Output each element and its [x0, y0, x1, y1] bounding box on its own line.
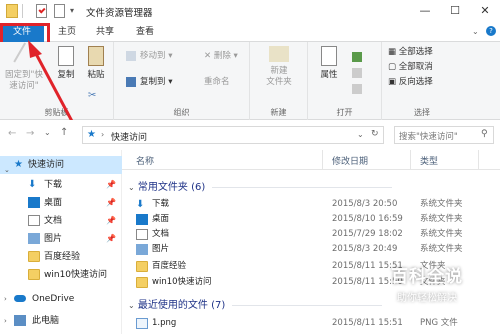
list-item[interactable]: 文档 2015/7/29 18:02 系统文件夹: [136, 227, 500, 242]
nav-this-pc-label: 此电脑: [32, 316, 60, 326]
item-name: 桌面: [152, 214, 170, 224]
folder-icon: [136, 261, 148, 272]
document-icon: [136, 229, 148, 240]
nav-item-label: 文档: [44, 216, 63, 226]
item-name: 图片: [152, 244, 170, 254]
column-date[interactable]: 修改日期: [332, 154, 368, 167]
chevron-down-icon[interactable]: ⌄: [128, 301, 135, 310]
item-date: 2015/7/29 18:02: [332, 229, 403, 239]
item-type: 系统文件夹: [420, 214, 463, 224]
folder-icon: [136, 277, 148, 288]
list-item[interactable]: 1.png 2015/8/11 15:51 PNG 文件: [136, 316, 500, 331]
download-icon: ⬇: [28, 179, 37, 190]
breadcrumb[interactable]: 快速访问: [111, 130, 147, 143]
pin-icon[interactable]: 📌: [106, 176, 116, 194]
computer-icon: [14, 315, 26, 326]
item-type: 系统文件夹: [420, 229, 463, 239]
item-name: 下载: [152, 199, 170, 209]
nav-item-baidu[interactable]: 百度经验: [0, 248, 122, 266]
search-icon[interactable]: ⚲: [481, 129, 488, 139]
group-frequent[interactable]: ⌄ 常用文件夹 (6): [128, 178, 393, 193]
column-name[interactable]: 名称: [136, 154, 154, 167]
column-divider[interactable]: [410, 150, 411, 170]
download-icon: ⬇: [136, 199, 145, 210]
star-icon: ★: [87, 129, 96, 140]
folder-icon: [28, 269, 40, 280]
list-item[interactable]: ⬇ 下载 2015/8/3 20:50 系统文件夹: [136, 197, 500, 212]
pin-icon[interactable]: 📌: [106, 230, 116, 248]
item-name: win10快速访问: [152, 277, 212, 287]
item-date: 2015/8/3 20:49: [332, 244, 398, 254]
item-name: 1.png: [152, 318, 177, 328]
item-type: PNG 文件: [420, 318, 458, 328]
search-input[interactable]: 搜索"快速访问" ⚲: [394, 126, 494, 144]
nav-item-label: 图片: [44, 234, 63, 244]
group-recent-label: 最近使用的文件 (7): [137, 300, 226, 311]
column-divider[interactable]: [478, 150, 479, 170]
list-item[interactable]: 图片 2015/8/3 20:49 系统文件夹: [136, 242, 500, 257]
pin-icon[interactable]: 📌: [106, 194, 116, 212]
forward-icon[interactable]: →: [26, 128, 34, 139]
nav-item-download[interactable]: ⬇ 下载 📌: [0, 176, 122, 194]
recent-locations-icon[interactable]: ⌄: [44, 128, 51, 137]
back-icon[interactable]: ←: [8, 128, 16, 139]
search-placeholder: 搜索"快速访问": [399, 132, 458, 142]
chevron-right-icon[interactable]: ›: [4, 312, 7, 330]
nav-item-win10[interactable]: win10快速访问: [0, 266, 122, 284]
list-item[interactable]: 桌面 2015/8/10 16:59 系统文件夹: [136, 212, 500, 227]
chevron-down-icon[interactable]: ⌄: [357, 130, 364, 139]
address-box[interactable]: ★ › 快速访问 ⌄ ↻: [82, 126, 384, 144]
watermark-subtitle: 助你轻松解决: [397, 293, 457, 304]
nav-item-documents[interactable]: 文档 📌: [0, 212, 122, 230]
star-icon: ★: [14, 159, 23, 170]
desktop-icon: [136, 214, 148, 225]
chevron-down-icon[interactable]: ⌄: [128, 183, 135, 192]
nav-onedrive[interactable]: › OneDrive: [0, 290, 122, 308]
nav-item-desktop[interactable]: 桌面 📌: [0, 194, 122, 212]
watermark-logo: 百科全说 助你轻松解决: [364, 262, 490, 304]
column-header: 名称 修改日期 类型: [122, 150, 500, 170]
nav-item-label: 桌面: [44, 198, 63, 208]
picture-icon: [136, 244, 148, 255]
cloud-icon: [14, 295, 26, 302]
column-divider[interactable]: [322, 150, 323, 170]
navigation-pane: ⌄ ★ 快速访问 ⬇ 下载 📌 桌面 📌 文档 📌 图片 📌 百度经验 win1…: [0, 150, 122, 334]
nav-onedrive-label: OneDrive: [32, 294, 75, 304]
item-name: 百度经验: [152, 261, 187, 271]
nav-quick-access[interactable]: ⌄ ★ 快速访问: [0, 156, 122, 174]
nav-item-label: 百度经验: [44, 252, 81, 262]
group-recent[interactable]: ⌄ 最近使用的文件 (7): [128, 296, 383, 311]
nav-item-label: 下载: [44, 180, 63, 190]
chevron-right-icon[interactable]: ›: [4, 290, 7, 308]
group-divider: [232, 304, 383, 306]
nav-quick-access-label: 快速访问: [28, 160, 65, 170]
desktop-icon: [28, 197, 40, 208]
up-icon[interactable]: ↑: [60, 127, 68, 138]
image-file-icon: [136, 318, 148, 329]
group-frequent-label: 常用文件夹 (6): [137, 182, 206, 193]
arrow-head: [28, 40, 42, 58]
item-date: 2015/8/10 16:59: [332, 214, 403, 224]
item-date: 2015/8/3 20:50: [332, 199, 398, 209]
refresh-icon[interactable]: ↻: [371, 129, 379, 139]
item-name: 文档: [152, 229, 170, 239]
picture-icon: [28, 233, 40, 244]
nav-item-pictures[interactable]: 图片 📌: [0, 230, 122, 248]
item-date: 2015/8/11 15:51: [332, 318, 403, 328]
pin-icon[interactable]: 📌: [106, 212, 116, 230]
item-type: 系统文件夹: [420, 244, 463, 254]
nav-item-label: win10快速访问: [44, 270, 108, 280]
watermark-title: 百科全说: [391, 267, 463, 287]
folder-icon: [28, 251, 40, 262]
item-type: 系统文件夹: [420, 199, 463, 209]
nav-this-pc[interactable]: › 此电脑: [0, 312, 122, 330]
column-type[interactable]: 类型: [420, 154, 438, 167]
breadcrumb-separator: ›: [101, 130, 105, 139]
document-icon: [28, 215, 40, 226]
group-divider: [212, 186, 393, 188]
